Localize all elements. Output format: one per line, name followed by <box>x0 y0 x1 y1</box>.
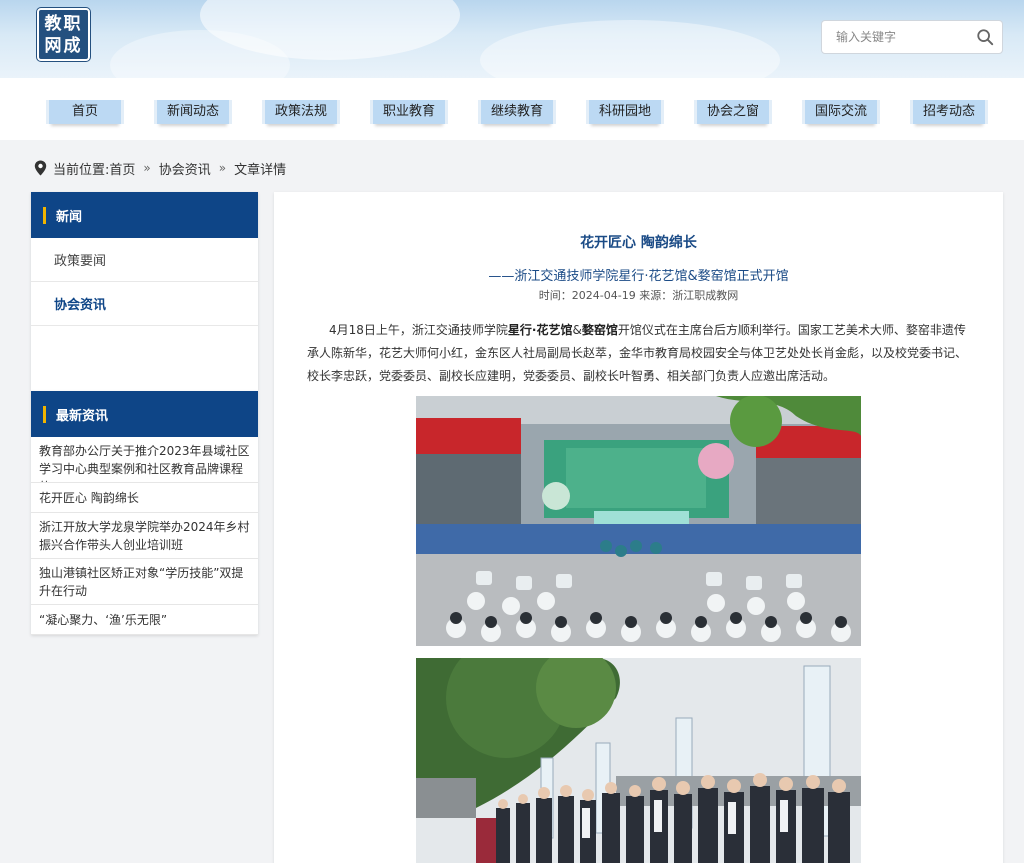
breadcrumb-article-detail: 文章详情 <box>234 162 287 178</box>
breadcrumb: 当前位置: 首页 » 协会资讯 » 文章详情 <box>34 158 286 178</box>
latest-news-item[interactable]: “凝心聚力、‘渔’乐无限” <box>31 605 258 635</box>
sidebar-news-title: 新闻 <box>56 209 83 225</box>
sidebar-news-header: 新闻 <box>31 192 258 238</box>
location-pin-icon <box>34 160 47 176</box>
search-box <box>821 20 1003 54</box>
sidebar-news-section: 新闻 政策要闻 协会资讯 <box>31 192 258 391</box>
nav-item-continuing[interactable]: 继续教育 <box>481 100 553 124</box>
body-bold-text: 婺窑馆 <box>581 323 618 337</box>
latest-news-item[interactable]: 独山港镇社区矫正对象“学历技能”双提升在行动 <box>31 559 258 605</box>
article-subtitle: ——浙江交通技师学院星行·花艺馆&婺窑馆正式开馆 <box>488 269 789 284</box>
logo-text-line1: 教职 <box>44 13 83 34</box>
article-photo-ceremony <box>416 396 861 646</box>
breadcrumb-home[interactable]: 首页 <box>109 159 135 178</box>
search-icon[interactable] <box>976 28 994 46</box>
nav-item-home[interactable]: 首页 <box>49 100 121 124</box>
latest-news-item[interactable]: 教育部办公厅关于推介2023年县域社区学习中心典型案例和社区教育品牌课程的... <box>31 437 258 483</box>
header-cloud <box>480 20 780 78</box>
nav-item-vocational[interactable]: 职业教育 <box>373 100 445 124</box>
logo-text-line2: 网成 <box>44 35 83 56</box>
article-meta: 时间：2024-04-19 来源：浙江职成教网 <box>538 289 739 302</box>
header-accent-bar <box>43 405 46 423</box>
sidebar-item-policy-news[interactable]: 政策要闻 <box>31 238 258 282</box>
latest-news-item[interactable]: 花开匠心 陶韵绵长 <box>31 483 258 513</box>
main-nav: 首页 新闻动态 政策法规 职业教育 继续教育 科研园地 协会之窗 国际交流 招考… <box>0 78 1024 140</box>
sidebar-latest-title: 最新资讯 <box>56 408 109 424</box>
body-text: 4月18日上午，浙江交通技师学院 <box>329 323 508 337</box>
nav-item-policy[interactable]: 政策法规 <box>265 100 337 124</box>
breadcrumb-label: 当前位置: <box>53 162 110 178</box>
article-title: 花开匠心 陶韵绵长 <box>580 235 697 251</box>
nav-item-international[interactable]: 国际交流 <box>805 100 877 124</box>
breadcrumb-association-news[interactable]: 协会资讯 <box>159 159 211 178</box>
search-input[interactable] <box>822 21 972 53</box>
header-accent-bar <box>43 206 46 224</box>
breadcrumb-separator: » <box>143 161 151 175</box>
article-panel: 花开匠心 陶韵绵长 ——浙江交通技师学院星行·花艺馆&婺窑馆正式开馆 时间：20… <box>274 192 1003 863</box>
nav-item-research[interactable]: 科研园地 <box>589 100 661 124</box>
sidebar-latest-section: 最新资讯 教育部办公厅关于推介2023年县域社区学习中心典型案例和社区教育品牌课… <box>31 391 258 635</box>
article-paragraph: 4月18日上午，浙江交通技师学院星行·花艺馆&婺窑馆开馆仪式在主席台后方顺利举行… <box>307 319 972 388</box>
body-text: & <box>572 323 582 337</box>
article-photo-guests <box>416 658 861 863</box>
sidebar-item-association-news[interactable]: 协会资讯 <box>31 282 258 326</box>
site-logo[interactable]: 教职 网成 <box>37 8 90 61</box>
ceremony-photo-illustration <box>416 396 861 646</box>
nav-item-news[interactable]: 新闻动态 <box>157 100 229 124</box>
sidebar: 新闻 政策要闻 协会资讯 最新资讯 教育部办公厅关于推介2023年县域社区学习中… <box>31 192 258 635</box>
nav-item-admission[interactable]: 招考动态 <box>913 100 985 124</box>
sidebar-latest-header: 最新资讯 <box>31 391 258 437</box>
site-header: 教职 网成 <box>0 0 1024 78</box>
latest-news-item[interactable]: 浙江开放大学龙泉学院举办2024年乡村振兴合作带头人创业培训班 <box>31 513 258 559</box>
guests-photo-illustration <box>416 658 861 863</box>
nav-item-association[interactable]: 协会之窗 <box>697 100 769 124</box>
body-bold-text: 星行·花艺馆 <box>507 323 573 337</box>
breadcrumb-separator: » <box>218 161 227 175</box>
